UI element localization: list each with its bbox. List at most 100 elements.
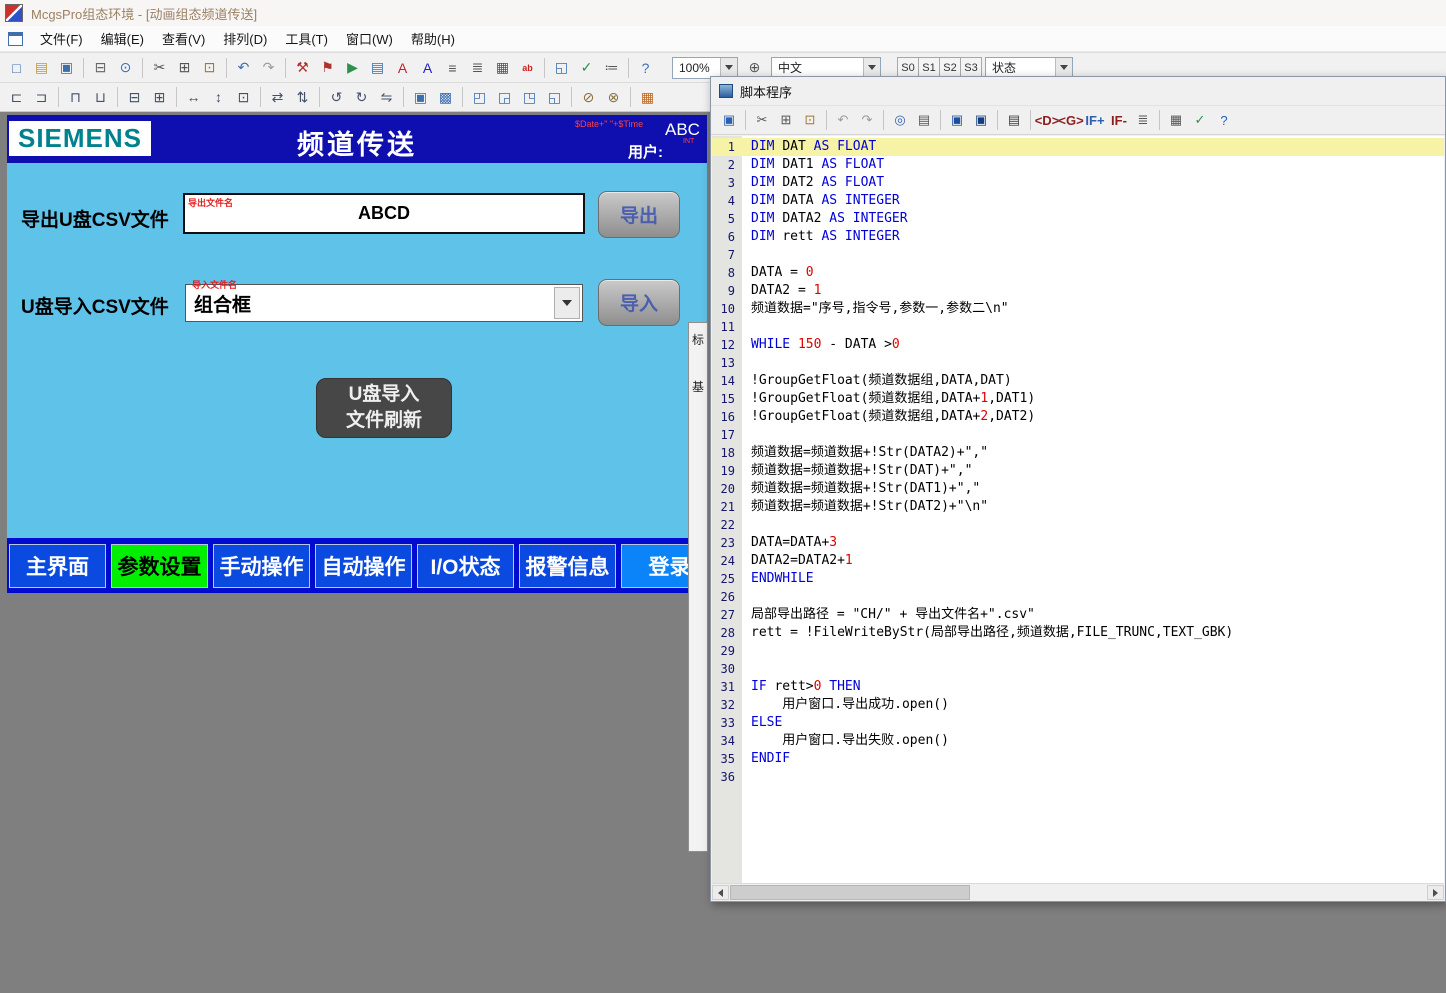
code-line-3[interactable]: 3DIM DAT2 AS FLOAT: [712, 174, 1444, 192]
check-syntax-icon[interactable]: ▣: [946, 109, 968, 131]
ungroup-icon[interactable]: ◲: [493, 86, 516, 109]
menu-tools[interactable]: 工具(T): [276, 25, 337, 52]
save-icon[interactable]: ▣: [55, 56, 78, 79]
code-line-24[interactable]: 24DATA2=DATA2+1: [712, 552, 1444, 570]
flip-icon[interactable]: ⇋: [375, 86, 398, 109]
copy-icon[interactable]: ⊞: [173, 56, 196, 79]
detach-icon[interactable]: ◱: [543, 86, 566, 109]
code-line-5[interactable]: 5DIM DATA2 AS INTEGER: [712, 210, 1444, 228]
code-line-26[interactable]: 26: [712, 588, 1444, 606]
center-vertical-icon[interactable]: ⊞: [148, 86, 171, 109]
code-line-15[interactable]: 15!GroupGetFloat(频道数据组,DATA+1,DAT1): [712, 390, 1444, 408]
same-size-icon[interactable]: ⊡: [232, 86, 255, 109]
event-list-icon[interactable]: ≔: [600, 56, 623, 79]
confirm-icon[interactable]: ✓: [575, 56, 598, 79]
code-line-14[interactable]: 14!GroupGetFloat(频道数据组,DATA,DAT): [712, 372, 1444, 390]
help-icon[interactable]: ?: [634, 56, 657, 79]
code-line-35[interactable]: 35ENDIF: [712, 750, 1444, 768]
nav-parameter-settings[interactable]: 参数设置: [111, 544, 208, 588]
space-vertical-icon[interactable]: ⇅: [291, 86, 314, 109]
code-line-33[interactable]: 33ELSE: [712, 714, 1444, 732]
menu-edit[interactable]: 编辑(E): [92, 25, 153, 52]
redo-icon[interactable]: ↷: [257, 56, 280, 79]
code-line-4[interactable]: 4DIM DATA AS INTEGER: [712, 192, 1444, 210]
code-line-19[interactable]: 19频道数据=频道数据+!Str(DAT)+",": [712, 462, 1444, 480]
rotate-left-icon[interactable]: ↺: [325, 86, 348, 109]
code-line-17[interactable]: 17: [712, 426, 1444, 444]
menu-help[interactable]: 帮助(H): [402, 25, 464, 52]
rotate-right-icon[interactable]: ↻: [350, 86, 373, 109]
dropdown-arrow-icon[interactable]: [720, 58, 737, 78]
code-line-25[interactable]: 25ENDWHILE: [712, 570, 1444, 588]
scrollbar-thumb[interactable]: [730, 885, 970, 900]
font-blue-icon[interactable]: A: [416, 56, 439, 79]
code-line-6[interactable]: 6DIM rett AS INTEGER: [712, 228, 1444, 246]
if-then-icon[interactable]: IF+: [1084, 109, 1106, 131]
component-icon[interactable]: ▶: [341, 56, 364, 79]
bring-front-icon[interactable]: ▣: [409, 86, 432, 109]
menu-view[interactable]: 查看(V): [153, 25, 214, 52]
code-line-8[interactable]: 8DATA = 0: [712, 264, 1444, 282]
comment-icon[interactable]: ▤: [1003, 109, 1025, 131]
code-line-12[interactable]: 12WHILE 150 - DATA >0: [712, 336, 1444, 354]
copy-icon[interactable]: ⊞: [775, 109, 797, 131]
vlist-icon[interactable]: ≣: [466, 56, 489, 79]
code-editor[interactable]: 1DIM DAT AS FLOAT2DIM DAT1 AS FLOAT3DIM …: [712, 136, 1444, 883]
code-line-20[interactable]: 20频道数据=频道数据+!Str(DAT1)+",": [712, 480, 1444, 498]
align-left-icon[interactable]: ⊏: [5, 86, 28, 109]
group-icon[interactable]: ◰: [468, 86, 491, 109]
save-icon[interactable]: ▣: [718, 109, 740, 131]
code-line-2[interactable]: 2DIM DAT1 AS FLOAT: [712, 156, 1444, 174]
code-line-13[interactable]: 13: [712, 354, 1444, 372]
align-top-icon[interactable]: ⊓: [64, 86, 87, 109]
export-button[interactable]: 导出: [598, 191, 680, 238]
insert-symbol-icon[interactable]: <G>: [1060, 109, 1082, 131]
nav-manual-operation[interactable]: 手动操作: [213, 544, 310, 588]
font-red-icon[interactable]: A: [391, 56, 414, 79]
code-line-7[interactable]: 7: [712, 246, 1444, 264]
import-file-combobox[interactable]: 导入文件名 组合框: [185, 284, 583, 322]
redo-icon[interactable]: ↷: [856, 109, 878, 131]
usb-refresh-button[interactable]: U盘导入 文件刷新: [316, 378, 452, 438]
palette-grid-icon[interactable]: ▦: [636, 86, 659, 109]
code-line-18[interactable]: 18频道数据=频道数据+!Str(DATA2)+",": [712, 444, 1444, 462]
code-line-27[interactable]: 27局部导出路径 = "CH/" + 导出文件名+".csv": [712, 606, 1444, 624]
combobox-dropdown-arrow[interactable]: [554, 287, 580, 319]
horizontal-scrollbar[interactable]: [712, 883, 1444, 900]
code-line-28[interactable]: 28rett = !FileWriteByStr(局部导出路径,频道数据,FIL…: [712, 624, 1444, 642]
code-line-11[interactable]: 11: [712, 318, 1444, 336]
code-line-34[interactable]: 34 用户窗口.导出失败.open(): [712, 732, 1444, 750]
hbars-icon[interactable]: ≡: [441, 56, 464, 79]
cut-icon[interactable]: ✂: [148, 56, 171, 79]
key-icon[interactable]: ⊗: [602, 86, 625, 109]
code-line-16[interactable]: 16!GroupGetFloat(频道数据组,DATA+2,DAT2): [712, 408, 1444, 426]
print-preview-icon[interactable]: ⊙: [114, 56, 137, 79]
menu-arrange[interactable]: 排列(D): [214, 25, 276, 52]
new-icon[interactable]: □: [5, 56, 28, 79]
cut-icon[interactable]: ✂: [751, 109, 773, 131]
same-height-icon[interactable]: ↕: [207, 86, 230, 109]
code-line-1[interactable]: 1DIM DAT AS FLOAT: [712, 138, 1444, 156]
nav-main-screen[interactable]: 主界面: [9, 544, 106, 588]
align-right-icon[interactable]: ⊐: [30, 86, 53, 109]
menu-window[interactable]: 窗口(W): [337, 25, 402, 52]
attach-icon[interactable]: ◳: [518, 86, 541, 109]
find-replace-icon[interactable]: ▤: [913, 109, 935, 131]
insert-data-icon[interactable]: <D>: [1036, 109, 1058, 131]
grid-icon[interactable]: ▦: [491, 56, 514, 79]
nav-alarm-info[interactable]: 报警信息: [519, 544, 616, 588]
send-back-icon[interactable]: ▩: [434, 86, 457, 109]
export-filename-input[interactable]: 导出文件名 ABCD: [183, 193, 585, 234]
code-line-32[interactable]: 32 用户窗口.导出成功.open(): [712, 696, 1444, 714]
code-line-30[interactable]: 30: [712, 660, 1444, 678]
same-width-icon[interactable]: ↔: [182, 86, 205, 109]
code-line-36[interactable]: 36: [712, 768, 1444, 786]
code-line-22[interactable]: 22: [712, 516, 1444, 534]
menu-config-icon[interactable]: ▤: [366, 56, 389, 79]
center-horizontal-icon[interactable]: ⊟: [123, 86, 146, 109]
paste-icon[interactable]: ⊡: [198, 56, 221, 79]
code-line-23[interactable]: 23DATA=DATA+3: [712, 534, 1444, 552]
code-area[interactable]: 1DIM DAT AS FLOAT2DIM DAT1 AS FLOAT3DIM …: [712, 138, 1444, 786]
outline-icon[interactable]: ≣: [1132, 109, 1154, 131]
flag-icon[interactable]: ⚑: [316, 56, 339, 79]
